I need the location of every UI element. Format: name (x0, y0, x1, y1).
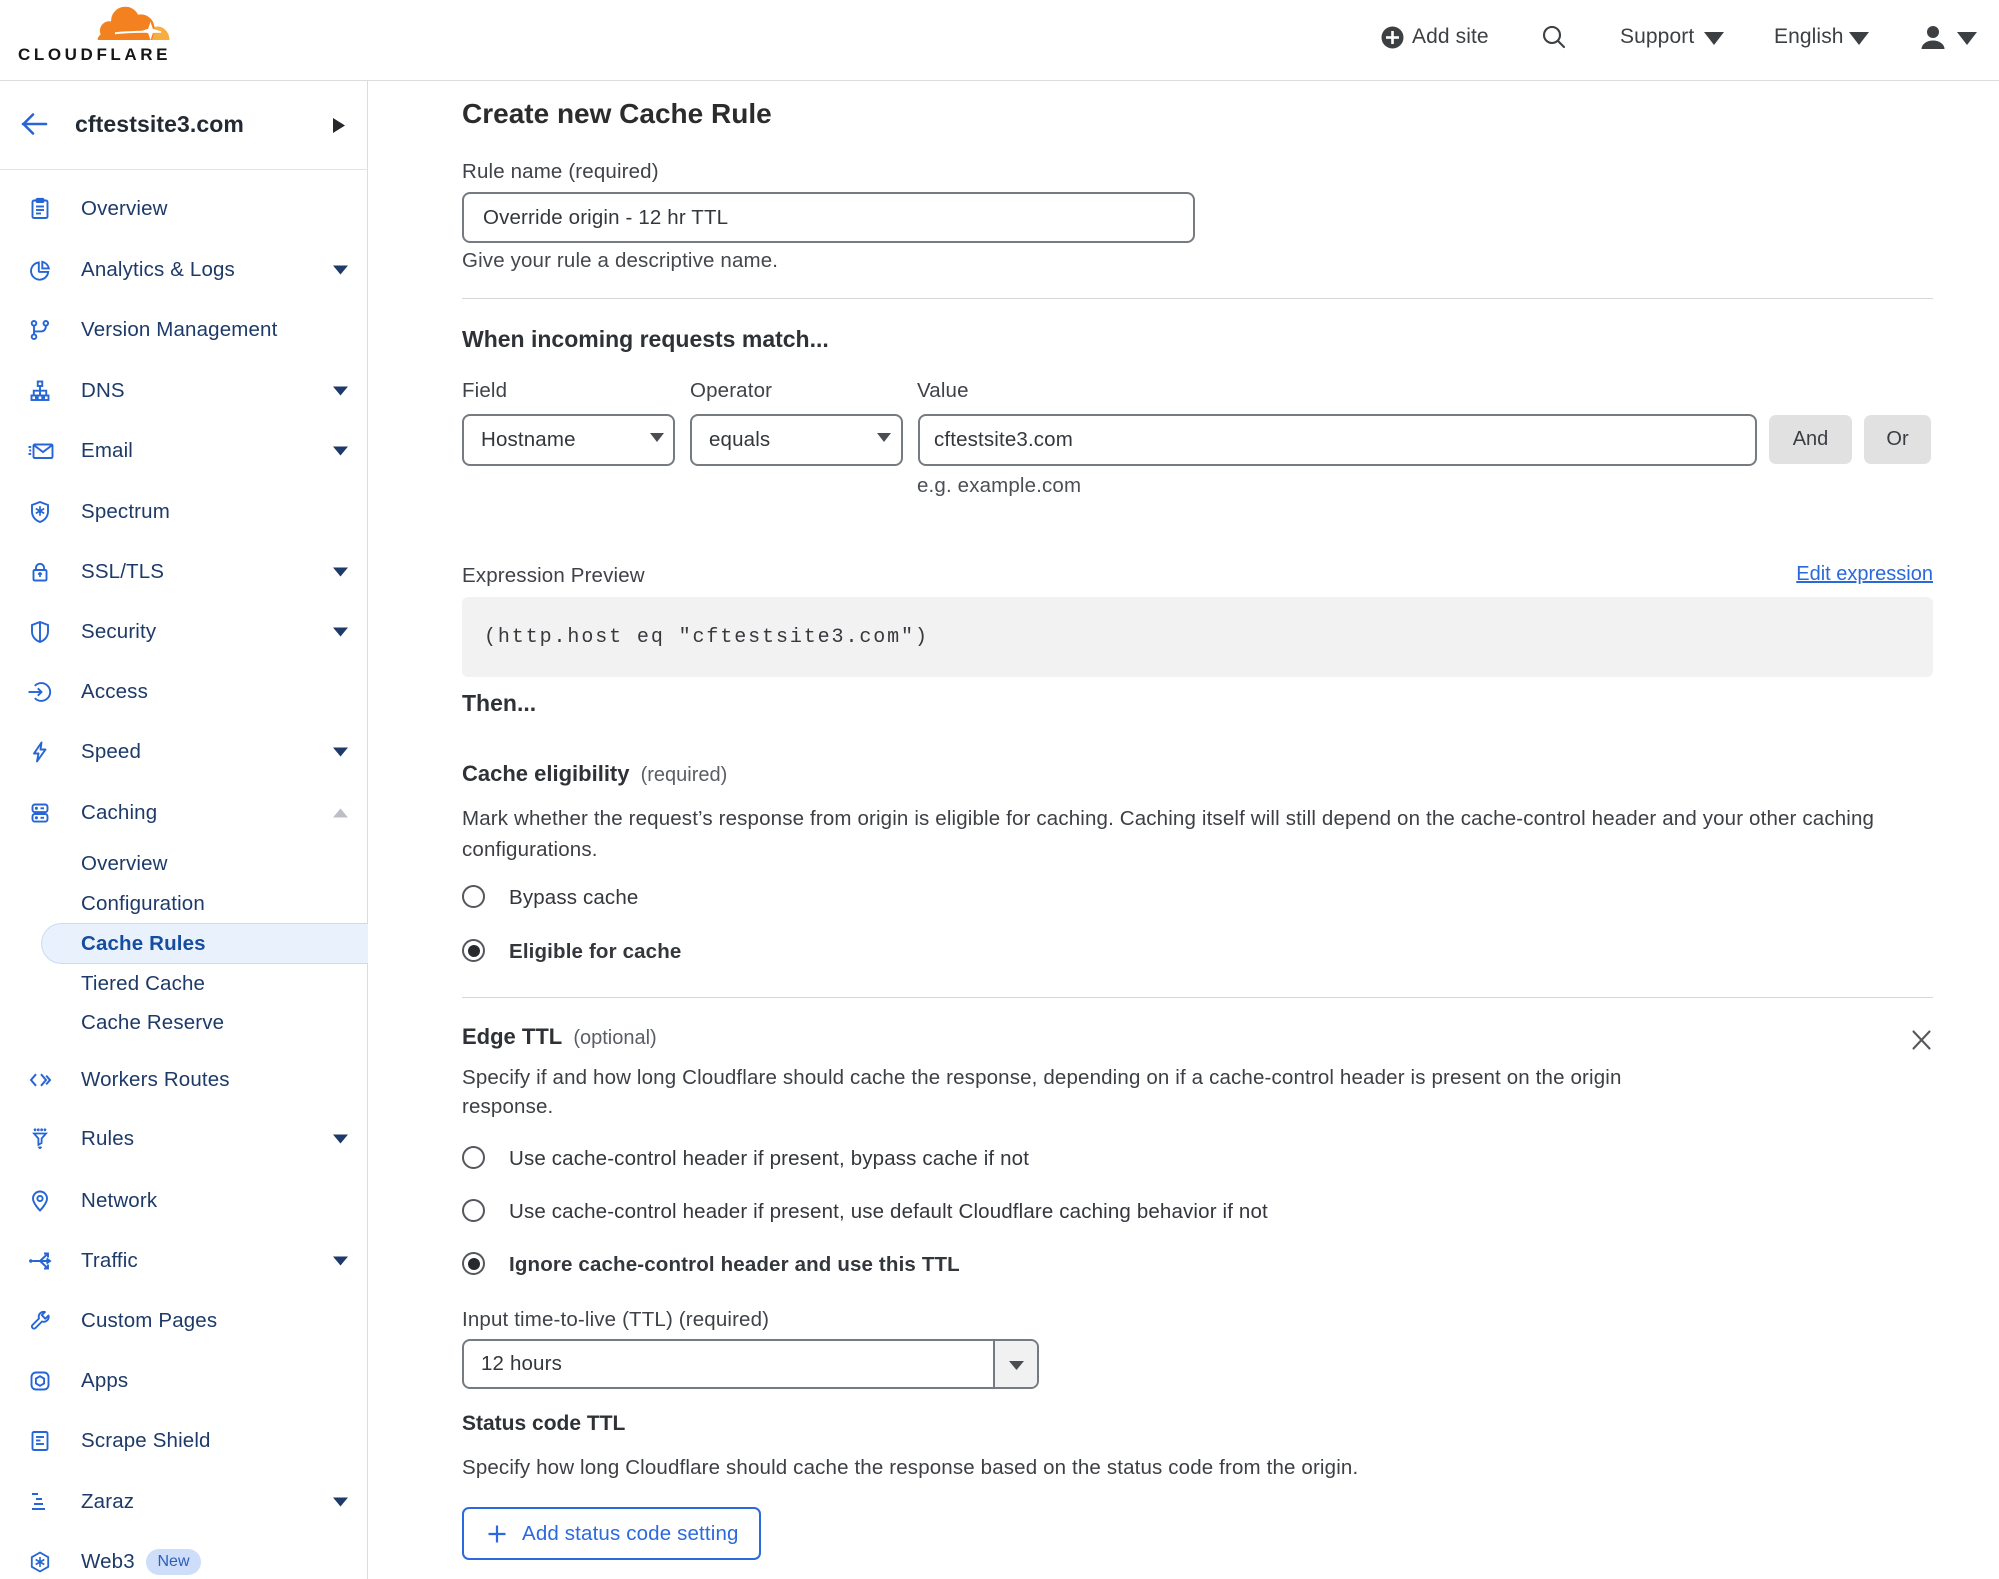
svg-text:CLOUDFLARE: CLOUDFLARE (18, 45, 171, 64)
